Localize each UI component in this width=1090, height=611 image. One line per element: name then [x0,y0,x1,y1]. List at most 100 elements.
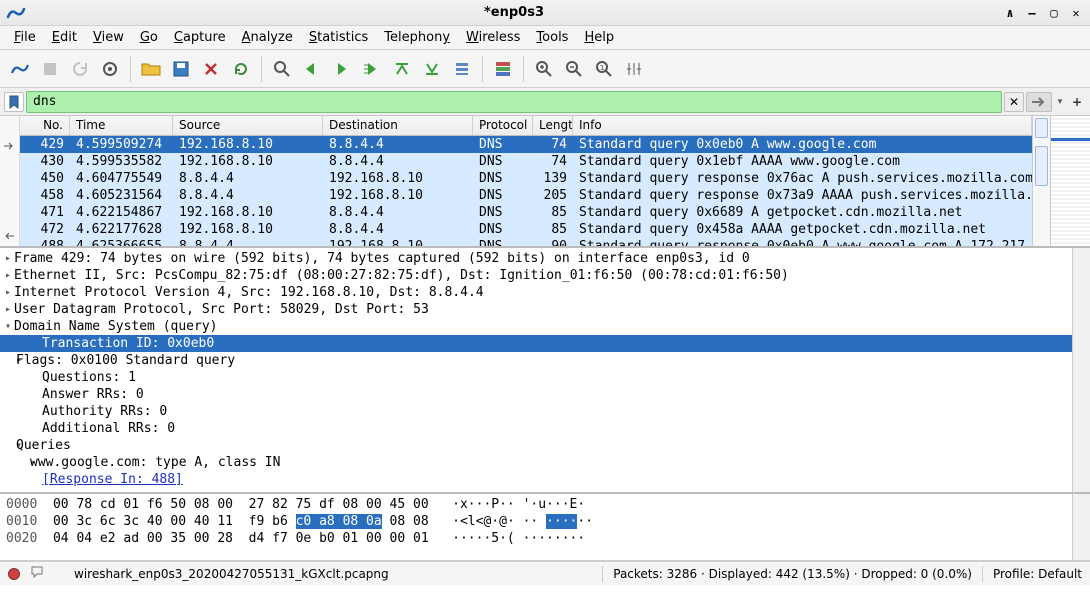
collapse-icon[interactable]: ▾ [2,440,16,451]
packet-row[interactable]: 4724.622177628192.168.8.108.8.4.4DNS85St… [20,221,1032,238]
packet-row[interactable]: 4294.599509274192.168.8.108.8.4.4DNS74St… [20,136,1032,153]
menu-edit[interactable]: Edit [46,28,83,47]
packet-row[interactable]: 4504.6047755498.8.4.4192.168.8.10DNS139S… [20,170,1032,187]
display-filter-input[interactable] [26,91,1002,113]
resize-columns-button[interactable] [620,55,648,83]
detail-dns[interactable]: Domain Name System (query) [14,319,218,334]
clear-filter-button[interactable]: ✕ [1004,92,1024,112]
related-packet-end-icon [2,230,16,244]
column-no[interactable]: No. [20,116,70,135]
menu-go[interactable]: Go [134,28,164,47]
detail-dns-additional[interactable]: Additional RRs: 0 [14,421,175,436]
detail-frame[interactable]: Frame 429: 74 bytes on wire (592 bits), … [14,251,750,266]
column-length[interactable]: Length [533,116,573,135]
packet-details-pane[interactable]: ▸Frame 429: 74 bytes on wire (592 bits),… [0,248,1072,492]
titlebar: *enp0s3 ∧ – ▢ ✕ [0,0,1090,26]
filter-history-button[interactable]: ▾ [1054,92,1066,112]
detail-ip[interactable]: Internet Protocol Version 4, Src: 192.16… [14,285,484,300]
detail-udp[interactable]: User Datagram Protocol, Src Port: 58029,… [14,302,429,317]
menu-file[interactable]: File [8,28,42,47]
hex-bytes[interactable]: 08 08 [382,514,429,529]
menu-analyze[interactable]: Analyze [236,28,299,47]
capture-comment-icon[interactable] [30,565,44,582]
packet-list-scrollbar[interactable] [1032,116,1050,246]
packet-list-header[interactable]: No. Time Source Destination Protocol Len… [20,116,1032,136]
apply-filter-button[interactable] [1026,92,1052,112]
zoom-out-button[interactable] [560,55,588,83]
menu-capture[interactable]: Capture [168,28,232,47]
expand-icon[interactable]: ▸ [2,270,14,281]
hex-bytes[interactable]: 04 04 e2 ad 00 35 00 28 d4 f7 0e b0 01 0… [53,531,429,546]
column-time[interactable]: Time [70,116,173,135]
menu-statistics[interactable]: Statistics [303,28,374,47]
hex-offset: 0000 [6,497,37,512]
packet-row[interactable]: 4304.599535582192.168.8.108.8.4.4DNS74St… [20,153,1032,170]
column-source[interactable]: Source [173,116,323,135]
expert-info-button[interactable] [8,568,20,580]
open-file-button[interactable] [137,55,165,83]
hex-bytes[interactable]: 00 78 cd 01 f6 50 08 00 27 82 75 df 08 0… [53,497,429,512]
restart-capture-button[interactable] [66,55,94,83]
details-scrollbar[interactable] [1072,248,1090,492]
column-protocol[interactable]: Protocol [473,116,533,135]
statusbar: wireshark_enp0s3_20200427055131_kGXclt.p… [0,561,1090,585]
window-rollup-button[interactable]: ∧ [1002,5,1018,21]
collapse-icon[interactable]: ▾ [2,321,14,332]
go-forward-button[interactable] [328,55,356,83]
packet-bytes-pane[interactable]: 0000 00 78 cd 01 f6 50 08 00 27 82 75 df… [0,494,1072,560]
profile-label[interactable]: Profile: Default [993,567,1082,581]
hex-ascii: ·····5·( ········ [452,531,585,546]
packet-row[interactable]: 4584.6052315648.8.4.4192.168.8.10DNS205S… [20,187,1032,204]
hex-ascii: ·<l<@·@· ·· [452,514,546,529]
hex-scrollbar[interactable] [1072,494,1090,560]
close-file-button[interactable] [197,55,225,83]
window-close-button[interactable]: ✕ [1068,5,1084,21]
goto-first-button[interactable] [388,55,416,83]
start-capture-button[interactable] [6,55,34,83]
goto-packet-button[interactable] [358,55,386,83]
add-filter-button[interactable]: + [1068,92,1086,112]
expand-icon[interactable]: ▸ [2,457,30,468]
menu-telephony[interactable]: Telephony [378,28,456,47]
hex-bytes[interactable]: 00 3c 6c 3c 40 00 40 11 f9 b6 [53,514,296,529]
expand-icon[interactable]: ▸ [2,355,16,366]
packet-row[interactable]: 4884.6253666558.8.4.4192.168.8.10DNS90St… [20,238,1032,246]
packet-list-minimap[interactable] [1050,116,1090,246]
detail-dns-flags[interactable]: Flags: 0x0100 Standard query [16,353,235,368]
colorize-button[interactable] [489,55,517,83]
detail-ethernet[interactable]: Ethernet II, Src: PcsCompu_82:75:df (08:… [14,268,789,283]
stop-capture-button[interactable] [36,55,64,83]
detail-dns-answer[interactable]: Answer RRs: 0 [14,387,144,402]
detail-dns-query1[interactable]: www.google.com: type A, class IN [30,455,280,470]
expand-icon[interactable]: ▸ [2,287,14,298]
filter-bookmark-button[interactable] [4,92,24,112]
find-packet-button[interactable] [268,55,296,83]
auto-scroll-button[interactable] [448,55,476,83]
detail-dns-authority[interactable]: Authority RRs: 0 [14,404,167,419]
related-packet-icon [2,140,16,154]
window-minimize-button[interactable]: – [1024,5,1040,21]
column-destination[interactable]: Destination [323,116,473,135]
zoom-reset-button[interactable]: 1 [590,55,618,83]
menu-view[interactable]: View [87,28,130,47]
column-info[interactable]: Info [573,116,1032,135]
window-maximize-button[interactable]: ▢ [1046,5,1062,21]
go-back-button[interactable] [298,55,326,83]
detail-response-in-link[interactable]: [Response In: 488] [14,472,183,487]
zoom-in-button[interactable] [530,55,558,83]
detail-dns-txid[interactable]: Transaction ID: 0x0eb0 [14,336,214,351]
save-file-button[interactable] [167,55,195,83]
hex-bytes-selected[interactable]: c0 a8 08 0a [296,514,382,529]
menu-help[interactable]: Help [578,28,620,47]
goto-last-button[interactable] [418,55,446,83]
menu-tools[interactable]: Tools [530,28,574,47]
menu-wireless[interactable]: Wireless [460,28,526,47]
capture-options-button[interactable] [96,55,124,83]
detail-dns-questions[interactable]: Questions: 1 [14,370,136,385]
expand-icon[interactable]: ▸ [2,304,14,315]
expand-icon[interactable]: ▸ [2,253,14,264]
reload-file-button[interactable] [227,55,255,83]
detail-dns-queries[interactable]: Queries [16,438,71,453]
packet-row[interactable]: 4714.622154867192.168.8.108.8.4.4DNS85St… [20,204,1032,221]
hex-offset: 0010 [6,514,37,529]
